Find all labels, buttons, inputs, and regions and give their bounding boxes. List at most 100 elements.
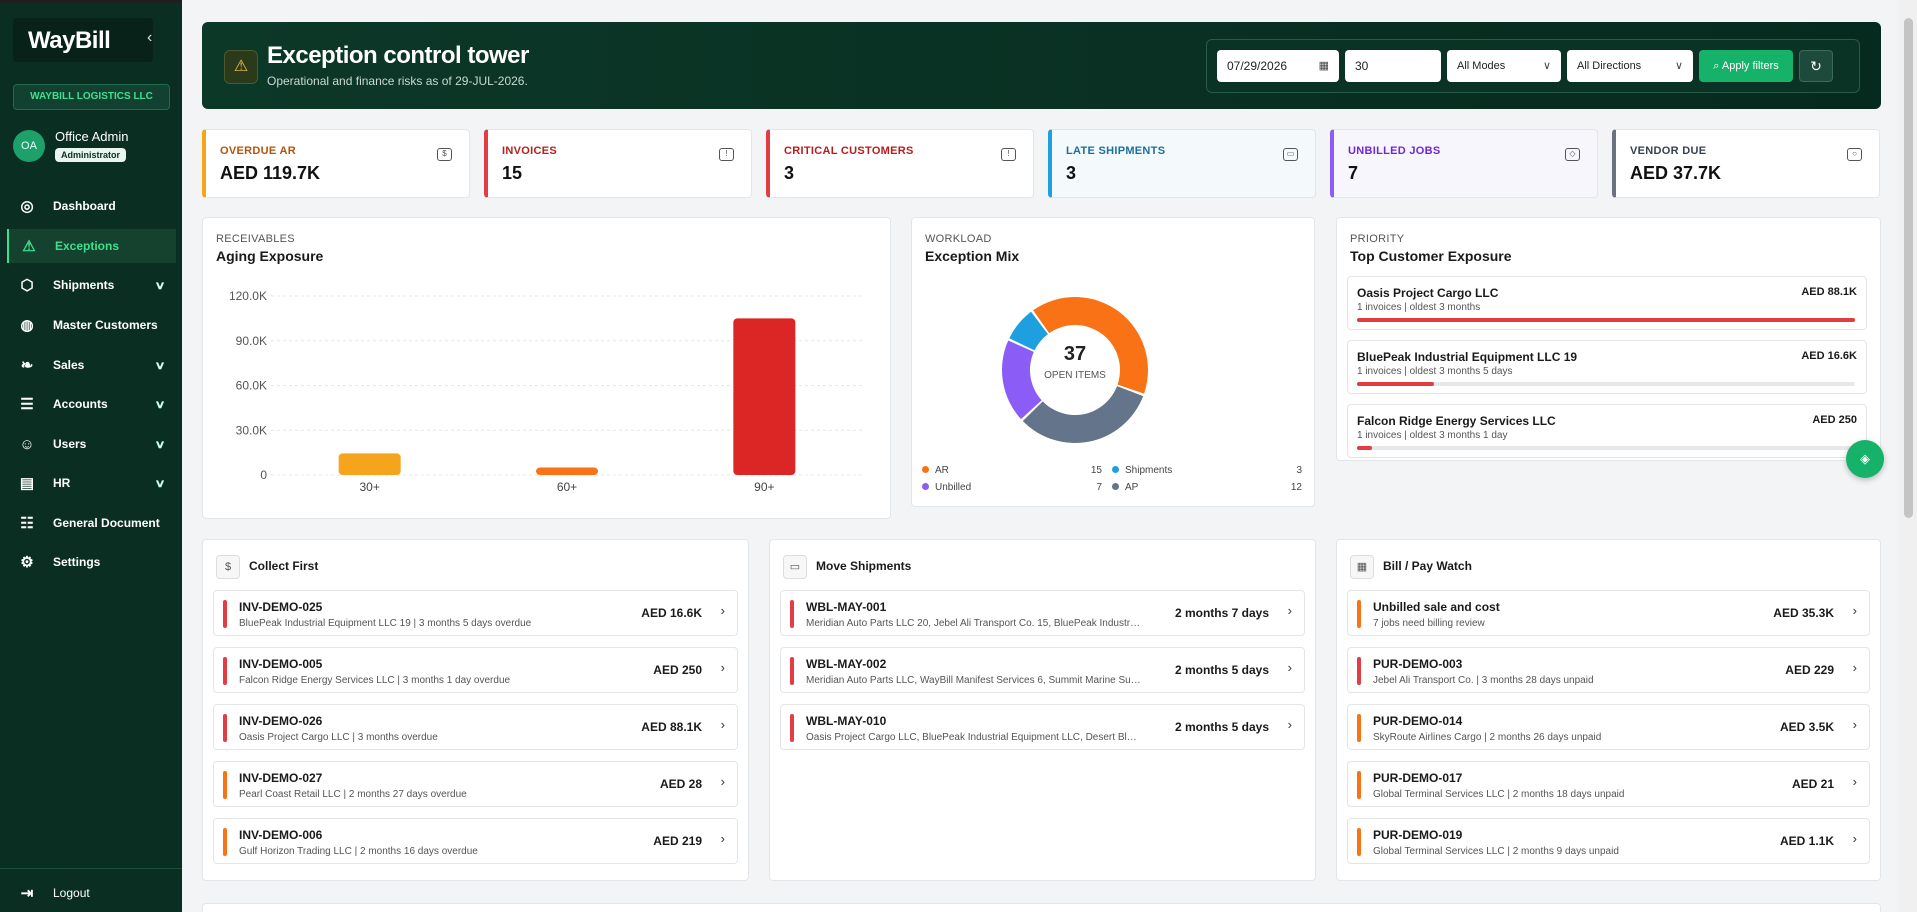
- kpi-overdue-ar[interactable]: OVERDUE AR AED 119.7K $: [202, 129, 470, 198]
- list-item[interactable]: INV-DEMO-027 Pearl Coast Retail LLC | 2 m…: [213, 761, 738, 807]
- y-tick-label: 120.0K: [229, 289, 267, 303]
- customer-row[interactable]: Falcon Ridge Energy Services LLC 1 invoi…: [1347, 404, 1867, 458]
- kpi-critical-customers[interactable]: CRITICAL CUSTOMERS 3 !: [766, 129, 1034, 198]
- avatar[interactable]: OA: [13, 130, 45, 162]
- item-title: WBL-MAY-010: [806, 714, 887, 728]
- logout-icon: ⇥: [20, 885, 34, 902]
- x-tick-label: 30+: [359, 480, 379, 494]
- calendar-icon[interactable]: ▦: [1319, 50, 1329, 82]
- sidebar-item-general-document[interactable]: ☷ General Document: [7, 506, 176, 540]
- aging-exposure-card: RECEIVABLES Aging Exposure 0 30.0K 60.0K 90…: [202, 217, 891, 519]
- item-title: PUR-DEMO-003: [1373, 657, 1463, 671]
- legend-dot: [1112, 483, 1119, 490]
- sidebar-item-exceptions[interactable]: ⚠ Exceptions: [7, 229, 176, 263]
- logout-button[interactable]: ⇥ Logout: [7, 876, 176, 910]
- customer-row[interactable]: BluePeak Industrial Equipment LLC 19 1 i…: [1347, 340, 1867, 394]
- sidebar-item-shipments[interactable]: ⬡ Shipments ∨: [7, 268, 176, 302]
- list-item[interactable]: INV-DEMO-025 BluePeak Industrial Equipmen…: [213, 590, 738, 636]
- days-input[interactable]: 30: [1345, 50, 1441, 82]
- bill-pay-watch-card: ▦ Bill / Pay Watch Unbilled sale and cos…: [1336, 539, 1881, 881]
- sidebar-item-label: General Document: [53, 516, 160, 530]
- legend-dot: [922, 483, 929, 490]
- chevron-right-icon[interactable]: ›: [721, 603, 725, 618]
- sidebar-item-label: Accounts: [53, 397, 108, 411]
- box-icon: ⬡: [20, 277, 34, 294]
- sidebar-item-settings[interactable]: ⚙ Settings: [7, 545, 176, 579]
- item-detail: SkyRoute Airlines Cargo | 2 months 26 da…: [1373, 732, 1602, 743]
- chevron-right-icon[interactable]: ›: [1853, 660, 1857, 675]
- bar[interactable]: [733, 318, 796, 475]
- item-detail: Meridian Auto Parts LLC, WayBill Manifes…: [806, 675, 1141, 686]
- kpi-vendor-due[interactable]: VENDOR DUE AED 37.7K ○: [1612, 129, 1880, 198]
- item-value: AED 88.1K: [641, 720, 702, 734]
- sidebar-item-master-customers[interactable]: ◍ Master Customers: [7, 308, 176, 342]
- customer-value: AED 88.1K: [1801, 286, 1857, 298]
- chevron-right-icon[interactable]: ›: [1853, 717, 1857, 732]
- chevron-right-icon[interactable]: ›: [1288, 660, 1292, 675]
- sidebar-item-dashboard[interactable]: ◎ Dashboard: [7, 189, 176, 223]
- list-item[interactable]: WBL-MAY-001 Meridian Auto Parts LLC 20, J…: [780, 590, 1305, 636]
- list-item[interactable]: PUR-DEMO-017 Global Terminal Services LLC…: [1347, 761, 1870, 807]
- bar[interactable]: [338, 453, 401, 475]
- chevron-right-icon[interactable]: ›: [1853, 831, 1857, 846]
- kpi-label: OVERDUE AR: [220, 145, 296, 157]
- chevron-right-icon[interactable]: ›: [1288, 717, 1292, 732]
- list-item[interactable]: INV-DEMO-006 Gulf Horizon Trading LLC | 2…: [213, 818, 738, 864]
- apply-filters-button[interactable]: ⌕ Apply filters: [1699, 50, 1793, 82]
- legend-item-ar: AR 15: [922, 465, 1102, 476]
- list-item[interactable]: PUR-DEMO-014 SkyRoute Airlines Cargo | 2 …: [1347, 704, 1870, 750]
- mode-value: All Modes: [1457, 60, 1506, 72]
- date-input[interactable]: 07/29/2026 ▦: [1217, 50, 1339, 82]
- item-value: AED 28: [659, 777, 702, 791]
- direction-select[interactable]: All Directions ∨: [1567, 50, 1693, 82]
- move-shipments-card: ▭ Move Shipments WBL-MAY-001 Meridian Aut…: [769, 539, 1316, 881]
- item-detail: Meridian Auto Parts LLC 20, Jebel Ali Tr…: [806, 618, 1141, 629]
- exposure-bar-track: [1357, 318, 1855, 322]
- logo-box: WayBill: [13, 18, 153, 62]
- refresh-button[interactable]: ↻: [1799, 50, 1833, 82]
- chevron-right-icon[interactable]: ›: [1288, 603, 1292, 618]
- sidebar-item-users[interactable]: ☺ Users ∨: [7, 427, 176, 461]
- exposure-bar-track: [1357, 382, 1855, 386]
- customer-row[interactable]: Oasis Project Cargo LLC 1 invoices | old…: [1347, 276, 1867, 330]
- item-value: 2 months 7 days: [1174, 606, 1269, 620]
- date-value: 07/29/2026: [1227, 59, 1288, 73]
- kpi-label: LATE SHIPMENTS: [1066, 145, 1166, 157]
- legend-item-shipments: Shipments 3: [1112, 465, 1302, 476]
- kpi-late-shipments[interactable]: LATE SHIPMENTS 3 ▭: [1048, 129, 1316, 198]
- list-item[interactable]: Unbilled sale and cost 7 jobs need billin…: [1347, 590, 1870, 636]
- list-item[interactable]: WBL-MAY-010 Oasis Project Cargo LLC, Blue…: [780, 704, 1305, 750]
- bar[interactable]: [536, 467, 598, 475]
- y-tick-label: 30.0K: [236, 423, 267, 437]
- list-item[interactable]: PUR-DEMO-019 Global Terminal Services LLC…: [1347, 818, 1870, 864]
- exception-mix-card: WORKLOAD Exception Mix 37 OPEN ITEMS AR …: [911, 217, 1315, 507]
- chevron-right-icon[interactable]: ›: [721, 831, 725, 846]
- scrollbar-thumb[interactable]: [1904, 18, 1913, 518]
- chevron-down-icon: ∨: [1674, 60, 1683, 72]
- mode-select[interactable]: All Modes ∨: [1447, 50, 1561, 82]
- chevron-right-icon[interactable]: ›: [721, 660, 725, 675]
- customer-name: Falcon Ridge Energy Services LLC: [1357, 414, 1556, 428]
- chevron-right-icon[interactable]: ›: [1853, 774, 1857, 789]
- chevron-right-icon[interactable]: ›: [721, 774, 725, 789]
- sidebar-item-sales[interactable]: ❧ Sales ∨: [7, 348, 176, 382]
- item-title: INV-DEMO-025: [239, 600, 323, 614]
- floating-action-button[interactable]: ◈: [1846, 440, 1884, 478]
- list-item[interactable]: INV-DEMO-005 Falcon Ridge Energy Services…: [213, 647, 738, 693]
- chevron-right-icon[interactable]: ›: [1853, 603, 1857, 618]
- list-item[interactable]: PUR-DEMO-003 Jebel Ali Transport Co. | 3 …: [1347, 647, 1870, 693]
- list-item[interactable]: WBL-MAY-002 Meridian Auto Parts LLC, WayB…: [780, 647, 1305, 693]
- sidebar-item-accounts[interactable]: ☰ Accounts ∨: [7, 387, 176, 421]
- priority-indicator: [1357, 657, 1361, 685]
- donut-slice-ap[interactable]: [1022, 386, 1144, 443]
- kpi-unbilled-jobs[interactable]: UNBILLED JOBS 7 ◇: [1330, 129, 1598, 198]
- kpi-value: AED 119.7K: [220, 163, 321, 183]
- collapse-sidebar-icon[interactable]: ‹: [147, 29, 152, 47]
- list-item[interactable]: INV-DEMO-026 Oasis Project Cargo LLC | 3 …: [213, 704, 738, 750]
- dashboard-icon: ◎: [20, 198, 34, 215]
- user-name: Office Admin: [55, 129, 129, 144]
- chevron-right-icon[interactable]: ›: [721, 717, 725, 732]
- sidebar-item-hr[interactable]: ▤ HR ∨: [7, 466, 176, 500]
- chevron-down-icon: ∨: [154, 438, 166, 451]
- kpi-invoices[interactable]: INVOICES 15 !: [484, 129, 752, 198]
